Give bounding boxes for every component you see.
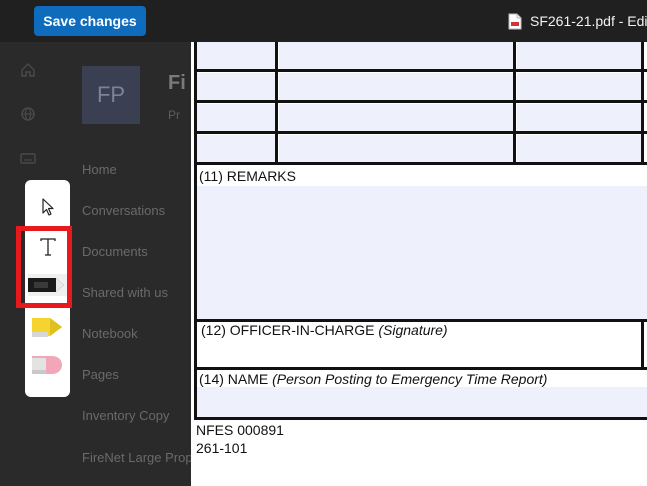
nav-item-home[interactable]: Home (82, 162, 117, 177)
table-rule (513, 42, 516, 165)
nav-item-pages[interactable]: Pages (82, 367, 119, 382)
save-changes-button[interactable]: Save changes (34, 6, 146, 36)
table-rule (194, 100, 647, 103)
form-cell[interactable] (197, 104, 275, 131)
document-title-text: SF261-21.pdf - Editing (530, 13, 647, 29)
form-number: NFES 000891 (196, 422, 284, 438)
name-field[interactable] (197, 387, 647, 417)
nav-item-shared[interactable]: Shared with us (82, 285, 168, 300)
nav-item-documents[interactable]: Documents (82, 244, 148, 259)
highlighter-tool-button[interactable] (25, 310, 70, 344)
keyboard-icon[interactable] (20, 150, 36, 166)
nav-item-conversations[interactable]: Conversations (82, 203, 165, 218)
remarks-field[interactable] (197, 186, 647, 319)
app-subtitle: Pr (168, 108, 180, 122)
form-cell[interactable] (279, 104, 513, 131)
table-rule (641, 319, 644, 367)
officer-label: (12) OFFICER-IN-CHARGE (Signature) (201, 322, 448, 338)
pdf-file-icon (508, 13, 522, 29)
remarks-label: (11) REMARKS (199, 168, 296, 184)
form-cell[interactable] (197, 135, 275, 162)
table-rule (275, 42, 278, 165)
form-cell[interactable] (517, 104, 641, 131)
globe-icon[interactable] (20, 106, 36, 122)
form-cell[interactable] (517, 135, 641, 162)
form-cell[interactable] (517, 73, 641, 100)
nav-item-notebook[interactable]: Notebook (82, 326, 138, 341)
table-rule (194, 69, 647, 72)
officer-hint: (Signature) (378, 322, 448, 338)
home-icon[interactable] (20, 62, 36, 78)
name-label-text: (14) NAME (199, 371, 269, 387)
officer-label-text: (12) OFFICER-IN-CHARGE (201, 322, 375, 338)
select-tool-button[interactable] (25, 192, 70, 222)
form-cell[interactable] (279, 42, 513, 69)
top-bar: Save changes SF261-21.pdf - Editing (0, 0, 647, 42)
table-rule (641, 42, 644, 165)
pdf-page: (11) REMARKS (12) OFFICER-IN-CHARGE (Sig… (191, 42, 647, 486)
table-rule (194, 417, 647, 420)
form-cell[interactable] (279, 135, 513, 162)
document-title: SF261-21.pdf - Editing (508, 11, 647, 31)
eraser-icon (31, 356, 62, 374)
nav-item-firenet[interactable]: FireNet Large Prop (82, 450, 193, 465)
app-root: Save changes SF261-21.pdf - Editing (0, 0, 647, 486)
form-cell[interactable] (197, 73, 275, 100)
form-cell[interactable] (279, 73, 513, 100)
name-hint: (Person Posting to Emergency Time Report… (272, 371, 548, 387)
cursor-icon (41, 198, 54, 216)
highlighter-icon (31, 318, 62, 337)
text-tool-highlight (16, 226, 72, 308)
app-name: Fi (168, 72, 186, 94)
eraser-tool-button[interactable] (25, 348, 70, 382)
table-rule (194, 367, 647, 370)
form-cell[interactable] (517, 42, 641, 69)
form-code: 261-101 (196, 440, 248, 456)
nav-item-inventory[interactable]: Inventory Copy (82, 408, 169, 423)
name-label: (14) NAME (Person Posting to Emergency T… (199, 371, 547, 387)
table-rule (194, 162, 647, 165)
table-rule (194, 131, 647, 134)
form-cell[interactable] (197, 42, 275, 69)
avatar: FP (82, 66, 140, 124)
